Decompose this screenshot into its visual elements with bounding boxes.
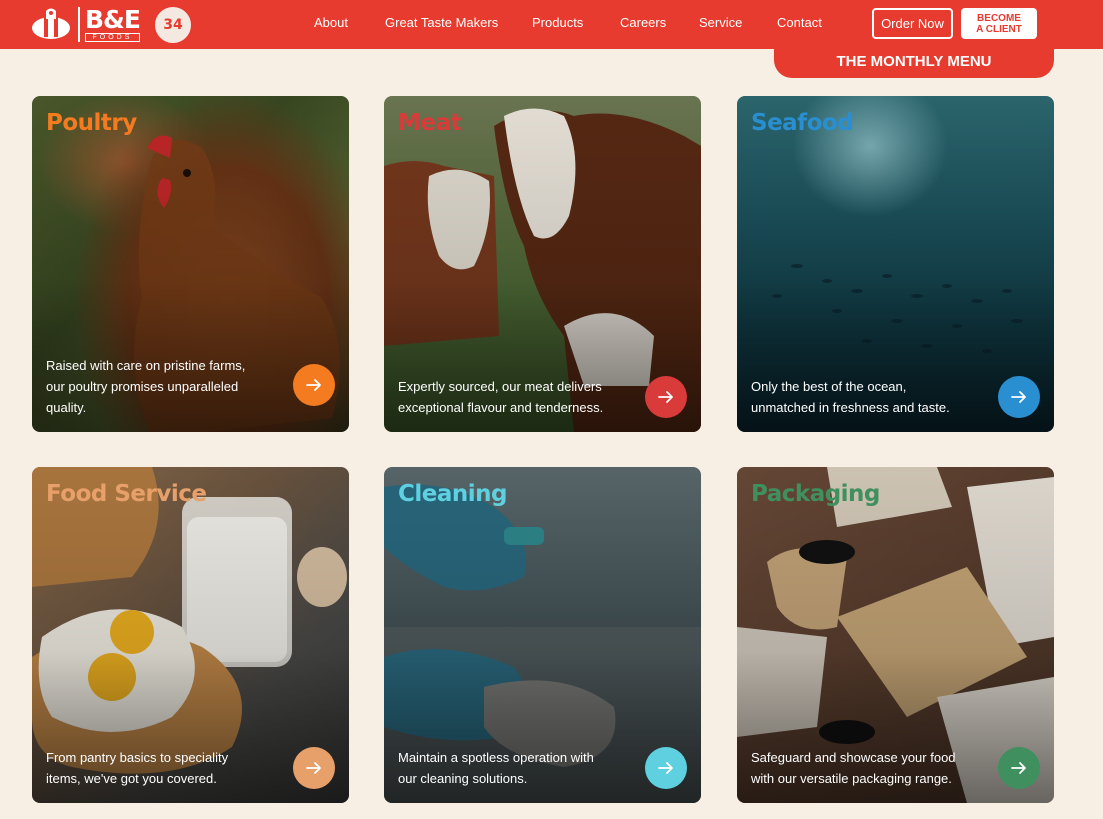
seafood-arrow-button[interactable] xyxy=(998,376,1040,418)
nav-item-careers[interactable]: Careers xyxy=(620,15,666,30)
card-cleaning[interactable]: Cleaning Maintain a spotless operation w… xyxy=(384,467,701,803)
meat-arrow-button[interactable] xyxy=(645,376,687,418)
become-client-line1: BECOME xyxy=(977,12,1021,24)
card-description-line: exceptional flavour and tenderness. xyxy=(398,400,604,415)
card-description-line: our cleaning solutions. xyxy=(398,771,528,786)
arrow-right-icon xyxy=(658,762,673,774)
arrow-right-icon xyxy=(1011,762,1026,774)
card-description-line: unmatched in freshness and taste. xyxy=(751,400,950,415)
card-food-service[interactable]: Food Service From pantry basics to speci… xyxy=(32,467,349,803)
card-title: Seafood xyxy=(751,110,854,136)
become-client-line2: A CLIENT xyxy=(976,23,1022,35)
arrow-right-icon xyxy=(306,762,321,774)
card-description: Only the best of the ocean, unmatched in… xyxy=(751,376,981,418)
card-meat[interactable]: Meat Expertly sourced, our meat delivers… xyxy=(384,96,701,432)
brand-name: B&E xyxy=(85,4,141,34)
card-description-line: items, we've got you covered. xyxy=(46,771,217,786)
card-seafood[interactable]: Seafood Only the best of the ocean, unma… xyxy=(737,96,1054,432)
card-description-line: Safeguard and showcase your food xyxy=(751,750,956,765)
arrow-right-icon xyxy=(306,379,321,391)
card-title: Food Service xyxy=(46,481,207,507)
order-now-button[interactable]: Order Now xyxy=(872,8,953,39)
arrow-right-icon xyxy=(658,391,673,403)
card-description-line: quality. xyxy=(46,400,87,415)
card-description-line: Expertly sourced, our meat delivers xyxy=(398,379,602,394)
card-title: Cleaning xyxy=(398,481,507,507)
card-description-line: Raised with care on pristine farms, xyxy=(46,358,246,373)
card-title: Packaging xyxy=(751,481,880,507)
card-description: Safeguard and showcase your food with ou… xyxy=(751,747,981,789)
arrow-right-icon xyxy=(1011,391,1026,403)
packaging-arrow-button[interactable] xyxy=(998,747,1040,789)
become-client-button[interactable]: BECOME A CLIENT xyxy=(961,8,1037,39)
card-poultry[interactable]: Poultry Raised with care on pristine far… xyxy=(32,96,349,432)
card-packaging[interactable]: Packaging Safeguard and showcase your fo… xyxy=(737,467,1054,803)
brand-logo[interactable]: B&E FOODS xyxy=(30,4,141,43)
card-description-line: Only the best of the ocean, xyxy=(751,379,907,394)
nav-item-contact[interactable]: Contact xyxy=(777,15,822,30)
poultry-arrow-button[interactable] xyxy=(293,364,335,406)
card-title: Poultry xyxy=(46,110,137,136)
site-header: B&E FOODS 34 About Great Taste Makers Pr… xyxy=(0,0,1103,49)
nav-item-about[interactable]: About xyxy=(314,15,348,30)
nav-item-products[interactable]: Products xyxy=(532,15,583,30)
card-description: Maintain a spotless operation with our c… xyxy=(398,747,628,789)
card-title: Meat xyxy=(398,110,462,136)
nav-item-great-taste-makers[interactable]: Great Taste Makers xyxy=(385,15,498,30)
nav-item-service[interactable]: Service xyxy=(699,15,742,30)
card-description-line: our poultry promises unparalleled xyxy=(46,379,239,394)
card-description-line: Maintain a spotless operation with xyxy=(398,750,594,765)
food-service-arrow-button[interactable] xyxy=(293,747,335,789)
anniversary-badge: 34 xyxy=(153,5,193,45)
chicken-logo-icon xyxy=(30,7,74,41)
monthly-menu-tab[interactable]: THE MONTHLY MENU xyxy=(774,45,1054,78)
card-description: Expertly sourced, our meat delivers exce… xyxy=(398,376,628,418)
brand-sub: FOODS xyxy=(85,32,140,42)
card-description: From pantry basics to speciality items, … xyxy=(46,747,276,789)
anniversary-badge-number: 34 xyxy=(163,17,183,33)
card-description-line: with our versatile packaging range. xyxy=(751,771,952,786)
cleaning-arrow-button[interactable] xyxy=(645,747,687,789)
card-description-line: From pantry basics to speciality xyxy=(46,750,229,765)
brand-wordmark: B&E FOODS xyxy=(78,4,141,42)
card-description: Raised with care on pristine farms, our … xyxy=(46,355,266,418)
